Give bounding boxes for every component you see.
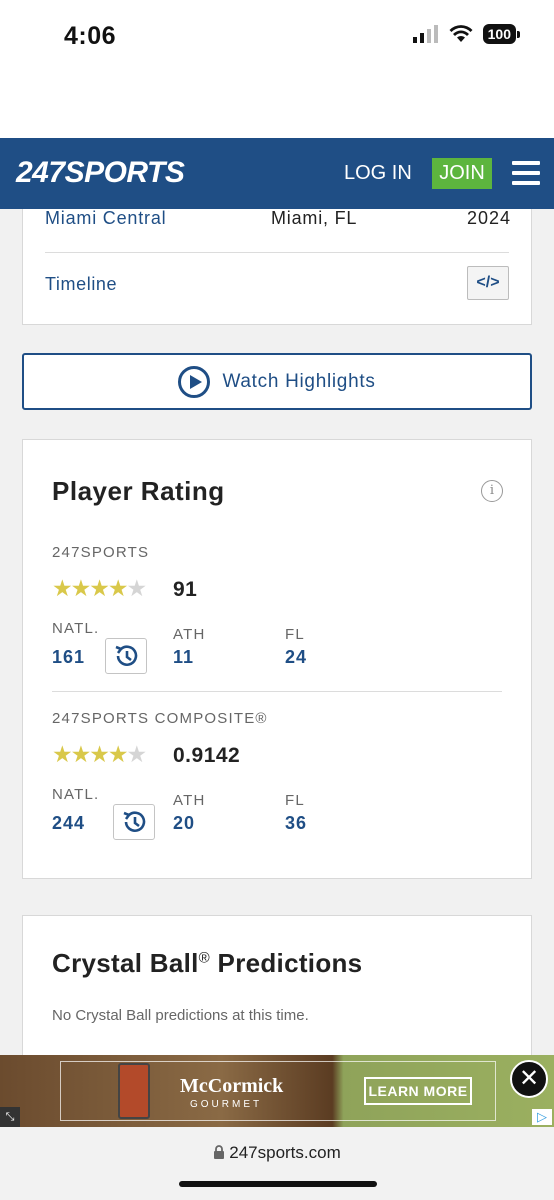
history-icon[interactable]: [113, 804, 155, 840]
main-content: Miami Central Miami, FL 2024 Timeline </…: [0, 209, 554, 1055]
school-name[interactable]: Miami Central: [45, 209, 166, 229]
composite-rank-label-natl: NATL.: [52, 786, 100, 803]
composite-score: 0.9142: [173, 744, 241, 767]
rank-value-position[interactable]: 11: [173, 647, 194, 668]
composite-rank-value-natl[interactable]: 244: [52, 813, 85, 834]
status-time: 4:06: [64, 22, 117, 50]
logo-number: 247: [16, 156, 65, 189]
join-button[interactable]: JOIN: [432, 158, 492, 189]
top-nav: 247SPORTS LOG IN JOIN: [0, 138, 554, 209]
crystal-ball-empty-note: No Crystal Ball predictions at this time…: [52, 1007, 309, 1024]
composite-rank-label-position: ATH: [173, 792, 206, 809]
composite-rank-label-state: FL: [285, 792, 305, 809]
ad-subbrand: GOURMET: [190, 1099, 263, 1110]
play-icon: [178, 365, 211, 398]
ad-learn-more-button[interactable]: LEARN MORE: [364, 1077, 472, 1105]
status-bar: 4:06 100: [0, 0, 554, 138]
rating-score: 91: [173, 578, 198, 601]
class-year: 2024: [466, 209, 511, 228]
school-row: Miami Central Miami, FL 2024: [23, 209, 533, 250]
url-display[interactable]: 247sports.com: [0, 1143, 554, 1163]
composite-rank-value-position[interactable]: 20: [173, 813, 195, 834]
close-icon[interactable]: ✕: [510, 1060, 548, 1098]
crystal-ball-title-suffix: Predictions: [210, 948, 363, 978]
rank-value-natl[interactable]: 161: [52, 647, 85, 668]
star-empty-icon: ★: [126, 575, 147, 601]
crystal-ball-title: Crystal Ball® Predictions: [52, 948, 362, 979]
crystal-ball-card: Crystal Ball® Predictions No Crystal Bal…: [22, 915, 532, 1055]
lock-icon: [214, 1145, 225, 1159]
rank-value-state[interactable]: 24: [285, 647, 307, 668]
divider: [52, 691, 502, 692]
composite-star-rating: ★★★★★: [52, 741, 147, 768]
composite-source-label: 247SPORTS COMPOSITE®: [52, 710, 268, 727]
watch-highlights-label: Watch Highlights: [222, 370, 376, 392]
crystal-ball-title-text: Crystal Ball: [52, 948, 199, 978]
logo-text: SPORTS: [64, 156, 185, 189]
login-link[interactable]: LOG IN: [344, 162, 412, 185]
rank-label-position: ATH: [173, 626, 206, 643]
player-rating-card: Player Rating i 247SPORTS ★★★★★ 91 NATL.…: [22, 439, 532, 879]
ad-banner[interactable]: McCormick GOURMET LEARN MORE ✕ ⤡ ▷: [0, 1055, 554, 1127]
rank-label-natl: NATL.: [52, 620, 100, 637]
divider: [45, 252, 509, 253]
status-icons: 100: [412, 24, 521, 44]
site-logo[interactable]: 247SPORTS: [16, 156, 185, 190]
star-icon: ★★★★: [52, 741, 128, 767]
ad-product-image: [118, 1063, 150, 1119]
menu-icon[interactable]: [512, 161, 540, 185]
battery-indicator: 100: [482, 24, 521, 44]
embed-code-icon[interactable]: </>: [467, 266, 509, 300]
adchoices-icon[interactable]: ▷: [532, 1109, 552, 1125]
composite-rank-value-state[interactable]: 36: [285, 813, 307, 834]
player-rating-title: Player Rating: [52, 476, 225, 506]
url-text: 247sports.com: [229, 1143, 341, 1162]
rating-source-label: 247SPORTS: [52, 544, 150, 561]
ad-brand: McCormick: [180, 1075, 284, 1097]
watch-highlights-button[interactable]: Watch Highlights: [22, 353, 532, 410]
info-icon[interactable]: i: [481, 480, 503, 502]
home-indicator[interactable]: [179, 1181, 377, 1187]
hometown: Miami, FL: [271, 209, 358, 228]
ad-expand-icon[interactable]: ⤡: [0, 1107, 20, 1127]
rank-label-state: FL: [285, 626, 305, 643]
registered-mark: ®: [198, 949, 211, 967]
wifi-icon: [449, 25, 473, 42]
profile-card: Miami Central Miami, FL 2024 Timeline </…: [22, 209, 532, 325]
history-icon[interactable]: [105, 638, 147, 674]
browser-url-bar[interactable]: 247sports.com: [0, 1127, 554, 1200]
star-rating: ★★★★★: [52, 575, 147, 602]
signal-icon: [412, 25, 438, 43]
star-empty-icon: ★: [126, 741, 147, 767]
star-icon: ★★★★: [52, 575, 128, 601]
timeline-link[interactable]: Timeline: [45, 274, 117, 295]
